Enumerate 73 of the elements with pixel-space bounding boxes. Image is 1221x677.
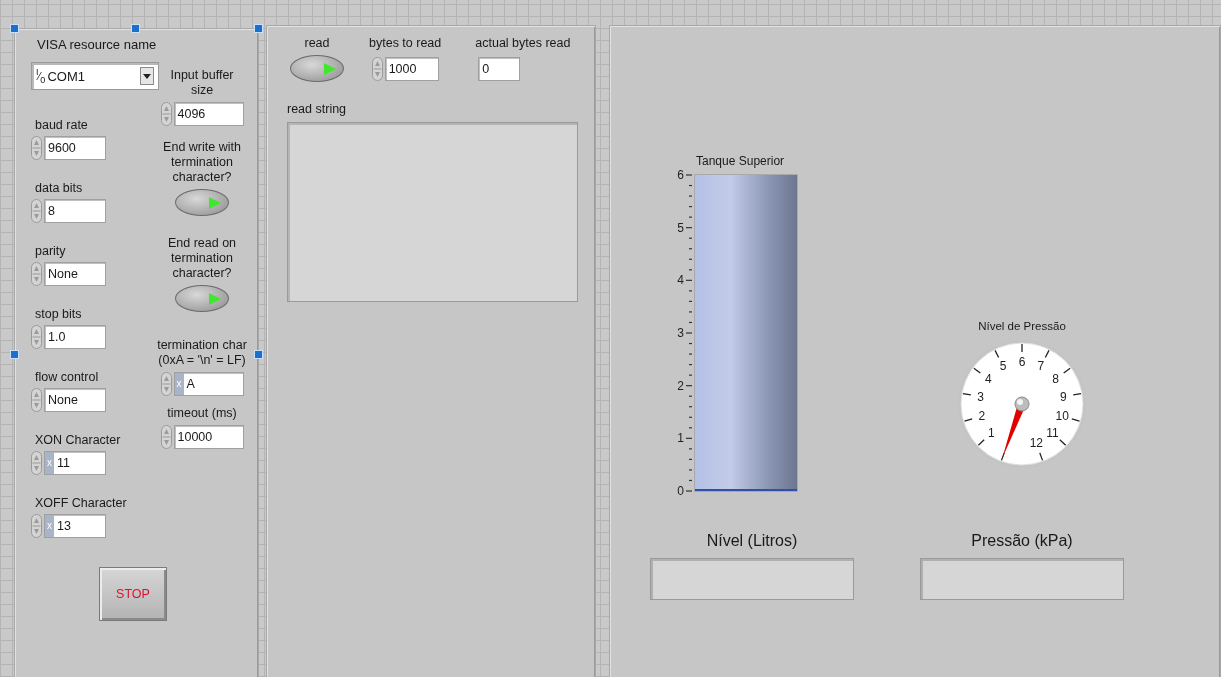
control-label: parity — [34, 244, 67, 259]
triangle-light-icon — [208, 195, 222, 210]
control-label: XOFF Character — [34, 496, 128, 511]
control-label: End read on termination character? — [166, 236, 238, 281]
spinner-arrows-icon[interactable] — [160, 425, 172, 449]
indicator-label: Pressão (kPa) — [970, 532, 1074, 550]
gauge-title: Nível de Pressão — [978, 320, 1066, 332]
numeric-field[interactable]: None — [44, 262, 106, 286]
selection-handle[interactable] — [10, 24, 19, 33]
control-label: data bits — [34, 181, 84, 196]
control-label: stop bits — [34, 307, 83, 322]
field-value: None — [48, 267, 78, 281]
field-value: 4096 — [177, 107, 206, 121]
radix-marker: x — [45, 515, 54, 537]
spinner-arrows-icon[interactable] — [160, 372, 172, 396]
field-value: 8 — [48, 204, 55, 218]
control-label: Input buffer size — [169, 68, 235, 98]
toggle-switch[interactable] — [175, 285, 229, 312]
toggle-switch[interactable] — [290, 55, 344, 82]
triangle-light-icon — [323, 61, 337, 76]
field-value: None — [48, 393, 78, 407]
resource-dropdown[interactable]: $^{I}$⁄$_{0}$ COM1 — [31, 62, 159, 90]
numeric-field[interactable]: 1.0 — [44, 325, 106, 349]
numeric-field[interactable]: None — [44, 388, 106, 412]
tank-title: Tanque Superior — [696, 154, 785, 168]
io-glyph: $^{I}$⁄$_{0}$ — [36, 67, 46, 85]
spinner-arrows-icon[interactable] — [31, 514, 42, 538]
numeric-field[interactable]: x 13 — [44, 514, 106, 538]
indicator-label: Nível (Litros) — [705, 532, 799, 550]
control-label: VISA resource name — [36, 37, 158, 52]
numeric-field[interactable]: 10000 — [173, 425, 244, 449]
field-value: 1000 — [388, 62, 417, 76]
control-label: read string — [287, 102, 348, 116]
control-label: termination char (0xA = '\n' = LF) — [156, 338, 248, 368]
spinner-arrows-icon[interactable] — [31, 136, 42, 160]
triangle-light-icon — [208, 291, 222, 306]
spinner-arrows-icon[interactable] — [31, 325, 42, 349]
control-label: timeout (ms) — [166, 406, 238, 421]
numeric-field[interactable]: 4096 — [173, 102, 244, 126]
spinner-arrows-icon[interactable] — [371, 57, 383, 81]
numeric-field[interactable]: x A — [173, 372, 244, 396]
numeric-field[interactable]: 1000 — [384, 57, 439, 81]
tank-scale: 6 5 4 3 2 1 0 — [660, 170, 694, 496]
spinner-arrows-icon[interactable] — [31, 199, 42, 223]
control-label: flow control — [34, 370, 100, 385]
numeric-indicator: 0 — [478, 57, 521, 81]
numeric-field[interactable]: 9600 — [44, 136, 106, 160]
control-label: read — [304, 36, 330, 51]
control-label: End write with termination character? — [162, 140, 242, 185]
control-label: XON Character — [34, 433, 122, 448]
field-value: 11 — [57, 456, 70, 470]
control-label: actual bytes read — [475, 36, 571, 51]
spinner-arrows-icon[interactable] — [31, 451, 42, 475]
spinner-arrows-icon[interactable] — [160, 102, 172, 126]
toggle-switch[interactable] — [175, 189, 229, 216]
field-value: COM1 — [47, 68, 86, 84]
selection-handle[interactable] — [254, 350, 263, 359]
control-label: baud rate — [34, 118, 89, 133]
field-value: 1.0 — [48, 330, 66, 344]
selection-handle[interactable] — [10, 350, 19, 359]
radix-marker: x — [45, 452, 54, 474]
field-value: A — [186, 377, 195, 391]
field-value: 13 — [57, 519, 71, 533]
field-value: 10000 — [177, 430, 213, 444]
selection-handle[interactable] — [254, 24, 263, 33]
control-label: bytes to read — [369, 36, 442, 51]
field-value: 9600 — [48, 141, 76, 155]
numeric-field[interactable]: 8 — [44, 199, 106, 223]
numeric-field[interactable]: x 11 — [44, 451, 106, 475]
selection-handle[interactable] — [131, 24, 140, 33]
spinner-arrows-icon[interactable] — [31, 388, 42, 412]
radix-marker: x — [174, 373, 184, 395]
spinner-arrows-icon[interactable] — [31, 262, 42, 286]
